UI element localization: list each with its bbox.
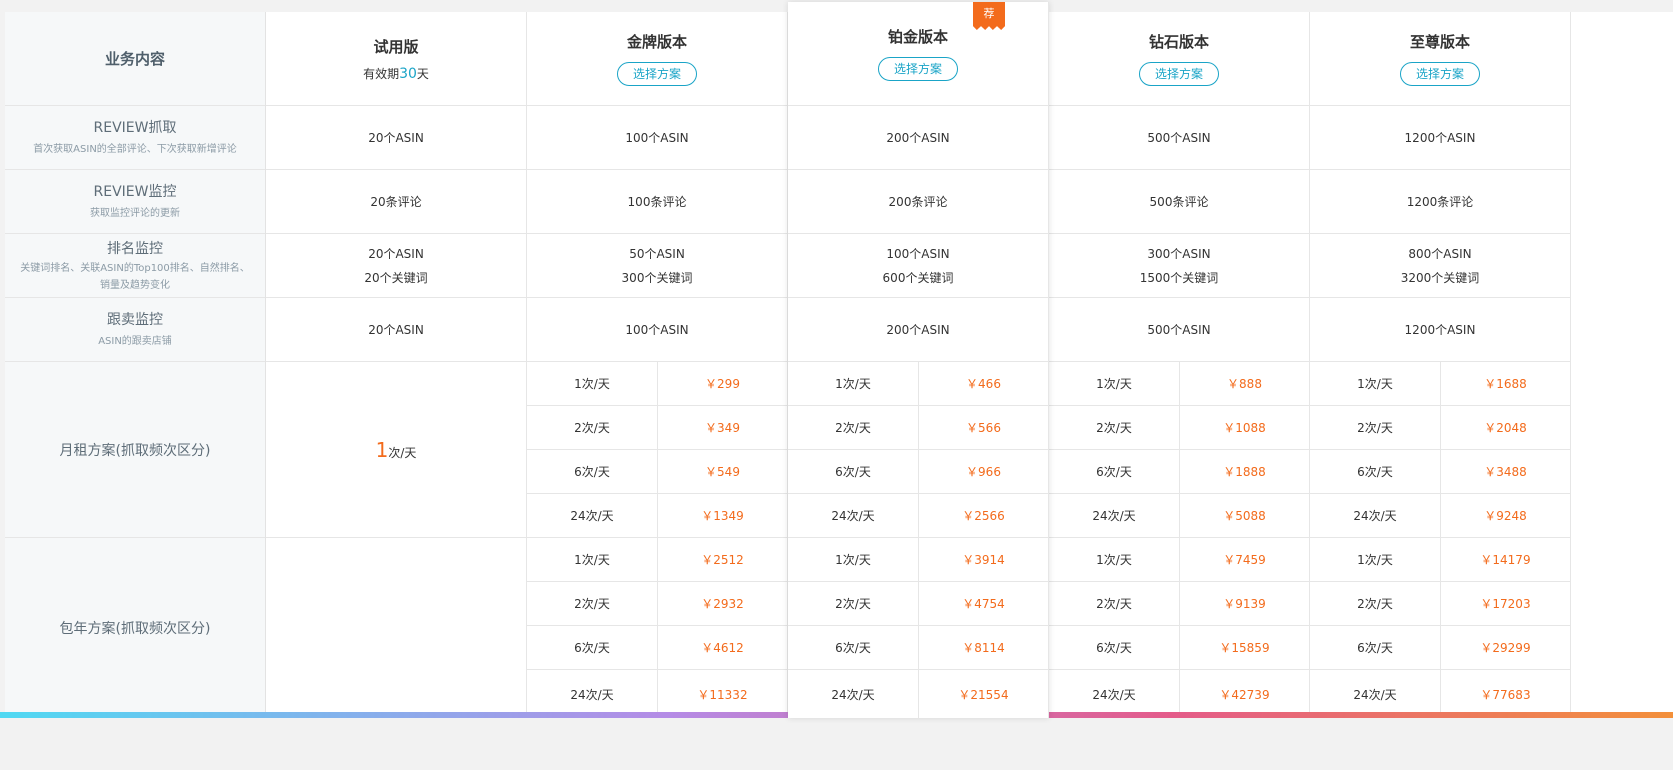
- price-row[interactable]: 2次/天 ￥2932: [527, 582, 787, 626]
- price-row[interactable]: 6次/天 ￥29299: [1310, 626, 1570, 670]
- diamond-header: 钻石版本 选择方案: [1049, 12, 1309, 106]
- price-row[interactable]: 24次/天 ￥77683: [1310, 670, 1570, 718]
- supreme-review-monitor: 1200条评论: [1310, 170, 1570, 234]
- diamond-plan-column: 钻石版本 选择方案 500个ASIN 500条评论 300个ASIN 1500个关…: [1049, 12, 1310, 718]
- label-title: REVIEW抓取: [93, 120, 177, 136]
- trial-review-fetch: 20个ASIN: [266, 106, 526, 170]
- supreme-review-fetch: 1200个ASIN: [1310, 106, 1570, 170]
- price-row[interactable]: 1次/天 ￥14179: [1310, 538, 1570, 582]
- price-row[interactable]: 24次/天 ￥9248: [1310, 494, 1570, 538]
- label-title: 月租方案(抓取频次区分): [59, 442, 211, 459]
- price-row[interactable]: 6次/天 ￥15859: [1049, 626, 1309, 670]
- platinum-review-fetch: 200个ASIN: [788, 106, 1048, 170]
- label-desc: 首次获取ASIN的全部评论、下次获取新增评论: [33, 144, 237, 155]
- price-row[interactable]: 6次/天 ￥8114: [788, 626, 1048, 670]
- choose-plan-button[interactable]: 选择方案: [1139, 62, 1219, 86]
- supreme-follow-sell: 1200个ASIN: [1310, 298, 1570, 362]
- trial-validity: 有效期30天: [363, 65, 429, 82]
- label-desc: 关键词排名、关联ASIN的Top100排名、自然排名、销量及趋势变化: [20, 262, 250, 291]
- price-row[interactable]: 6次/天 ￥966: [788, 450, 1048, 494]
- price-row[interactable]: 1次/天 ￥7459: [1049, 538, 1309, 582]
- price-row[interactable]: 2次/天 ￥2048: [1310, 406, 1570, 450]
- choose-plan-button[interactable]: 选择方案: [1400, 62, 1480, 86]
- choose-plan-button[interactable]: 选择方案: [617, 62, 697, 86]
- label-title: 排名监控: [107, 240, 163, 257]
- trial-review-monitor: 20条评论: [266, 170, 526, 234]
- gold-header: 金牌版本 选择方案: [527, 12, 787, 106]
- label-title: REVIEW监控: [93, 184, 177, 200]
- yearly-plan-label: 包年方案(抓取频次区分): [5, 538, 265, 718]
- price-row[interactable]: 1次/天 ￥466: [788, 362, 1048, 406]
- price-row[interactable]: 6次/天 ￥549: [527, 450, 787, 494]
- label-desc: ASIN的跟卖店铺: [98, 336, 172, 347]
- price-row[interactable]: 1次/天 ￥1688: [1310, 362, 1570, 406]
- plan-name: 铂金版本: [887, 28, 948, 46]
- price-row[interactable]: 2次/天 ￥349: [527, 406, 787, 450]
- business-content-header: 业务内容: [104, 50, 165, 68]
- diamond-follow-sell: 500个ASIN: [1049, 298, 1309, 362]
- price-row[interactable]: 2次/天 ￥1088: [1049, 406, 1309, 450]
- price-row[interactable]: 6次/天 ￥1888: [1049, 450, 1309, 494]
- plan-name: 金牌版本: [626, 33, 687, 51]
- diamond-review-monitor: 500条评论: [1049, 170, 1309, 234]
- gold-review-fetch: 100个ASIN: [527, 106, 787, 170]
- label-title: 跟卖监控: [107, 312, 163, 328]
- feature-label-column: 业务内容 REVIEW抓取 首次获取ASIN的全部评论、下次获取新增评论 REV…: [5, 12, 266, 718]
- price-row[interactable]: 24次/天 ￥42739: [1049, 670, 1309, 718]
- plan-name: 钻石版本: [1148, 33, 1209, 51]
- price-row[interactable]: 24次/天 ￥21554: [788, 670, 1048, 718]
- monthly-plan-label: 月租方案(抓取频次区分): [5, 362, 265, 538]
- label-title: 包年方案(抓取频次区分): [59, 621, 211, 637]
- gold-follow-sell: 100个ASIN: [527, 298, 787, 362]
- trial-frequency: 1次/天: [375, 437, 417, 462]
- price-row[interactable]: 1次/天 ￥2512: [527, 538, 787, 582]
- follow-sell-label: 跟卖监控 ASIN的跟卖店铺: [5, 298, 265, 362]
- plan-name: 至尊版本: [1409, 33, 1470, 51]
- price-row[interactable]: 2次/天 ￥9139: [1049, 582, 1309, 626]
- gold-rank-monitor: 50个ASIN 300个关键词: [527, 234, 787, 298]
- platinum-plan-column: 荐 铂金版本 选择方案 200个ASIN 200条评论 100个ASIN 600个…: [788, 2, 1049, 718]
- price-row[interactable]: 2次/天 ￥4754: [788, 582, 1048, 626]
- diamond-rank-monitor: 300个ASIN 1500个关键词: [1049, 234, 1309, 298]
- price-row[interactable]: 1次/天 ￥299: [527, 362, 787, 406]
- choose-plan-button[interactable]: 选择方案: [878, 57, 958, 81]
- gold-plan-column: 金牌版本 选择方案 100个ASIN 100条评论 50个ASIN 300个关键词…: [527, 12, 788, 718]
- pricing-table: 业务内容 REVIEW抓取 首次获取ASIN的全部评论、下次获取新增评论 REV…: [5, 2, 1673, 718]
- price-row[interactable]: 6次/天 ￥3488: [1310, 450, 1570, 494]
- diamond-review-fetch: 500个ASIN: [1049, 106, 1309, 170]
- price-row[interactable]: 1次/天 ￥888: [1049, 362, 1309, 406]
- review-fetch-label: REVIEW抓取 首次获取ASIN的全部评论、下次获取新增评论: [5, 106, 265, 170]
- trial-rank-monitor: 20个ASIN 20个关键词: [266, 234, 526, 298]
- plan-name: 试用版: [373, 37, 419, 56]
- platinum-header: 铂金版本 选择方案: [788, 2, 1048, 106]
- platinum-follow-sell: 200个ASIN: [788, 298, 1048, 362]
- price-row[interactable]: 24次/天 ￥5088: [1049, 494, 1309, 538]
- price-row[interactable]: 2次/天 ￥17203: [1310, 582, 1570, 626]
- supreme-header: 至尊版本 选择方案: [1310, 12, 1570, 106]
- trial-monthly: 1次/天: [266, 362, 526, 538]
- price-row[interactable]: 24次/天 ￥1349: [527, 494, 787, 538]
- rank-monitor-label: 排名监控 关键词排名、关联ASIN的Top100排名、自然排名、销量及趋势变化: [5, 234, 265, 298]
- gold-review-monitor: 100条评论: [527, 170, 787, 234]
- price-row[interactable]: 24次/天 ￥2566: [788, 494, 1048, 538]
- label-desc: 获取监控评论的更新: [90, 208, 180, 219]
- platinum-rank-monitor: 100个ASIN 600个关键词: [788, 234, 1048, 298]
- supreme-plan-column: 至尊版本 选择方案 1200个ASIN 1200条评论 800个ASIN 3200…: [1310, 12, 1571, 718]
- trial-plan-column: 试用版 有效期30天 20个ASIN 20条评论 20个ASIN 20个关键词 2…: [266, 12, 527, 718]
- price-row[interactable]: 1次/天 ￥3914: [788, 538, 1048, 582]
- trial-yearly: [266, 538, 526, 718]
- price-row[interactable]: 6次/天 ￥4612: [527, 626, 787, 670]
- trial-header: 试用版 有效期30天: [266, 12, 526, 106]
- review-monitor-label: REVIEW监控 获取监控评论的更新: [5, 170, 265, 234]
- header-label-cell: 业务内容: [5, 12, 265, 106]
- trial-follow-sell: 20个ASIN: [266, 298, 526, 362]
- platinum-review-monitor: 200条评论: [788, 170, 1048, 234]
- supreme-rank-monitor: 800个ASIN 3200个关键词: [1310, 234, 1570, 298]
- price-row[interactable]: 24次/天 ￥11332: [527, 670, 787, 718]
- price-row[interactable]: 2次/天 ￥566: [788, 406, 1048, 450]
